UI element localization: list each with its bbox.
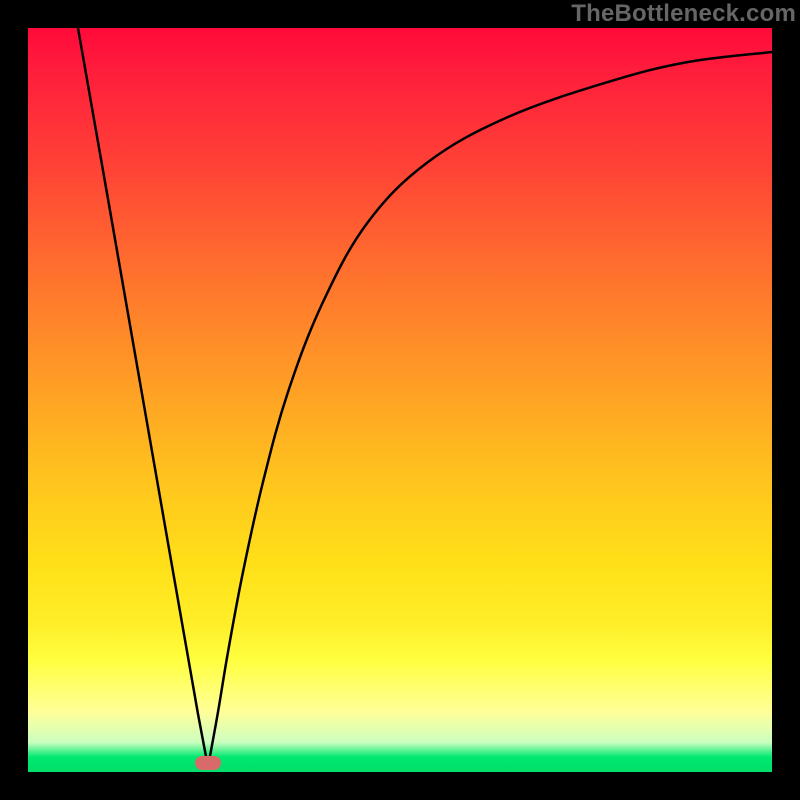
curve-right-branch — [208, 52, 772, 767]
curve-left-branch — [78, 28, 208, 767]
plot-frame — [28, 28, 772, 772]
optimal-marker — [195, 756, 221, 770]
watermark-text: TheBottleneck.com — [571, 0, 796, 28]
bottleneck-curve — [28, 28, 772, 772]
plot-area — [28, 28, 772, 772]
